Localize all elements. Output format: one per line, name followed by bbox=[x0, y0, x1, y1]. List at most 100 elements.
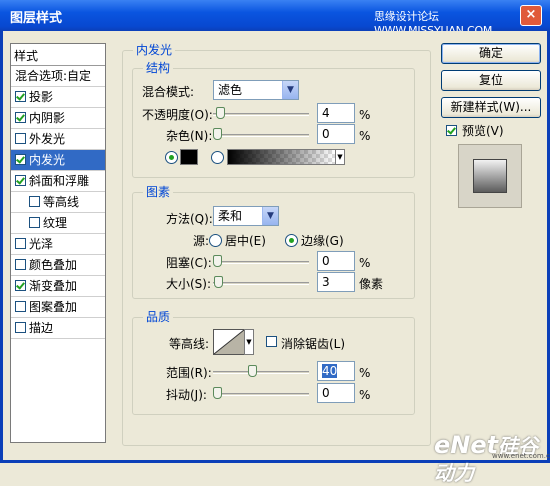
noise-slider-track bbox=[213, 134, 309, 137]
styles-list-header[interactable]: 样式 bbox=[11, 44, 105, 66]
style-item-checkbox[interactable] bbox=[15, 154, 26, 165]
range-slider[interactable] bbox=[213, 365, 309, 378]
ok-button[interactable]: 确定 bbox=[441, 43, 541, 64]
contour-picker[interactable] bbox=[213, 329, 245, 355]
range-input[interactable]: 40 bbox=[317, 361, 355, 381]
style-item-checkbox[interactable] bbox=[15, 238, 26, 249]
style-item-checkbox[interactable] bbox=[15, 259, 26, 270]
noise-slider[interactable] bbox=[213, 128, 309, 141]
style-item-checkbox[interactable] bbox=[15, 91, 26, 102]
choke-label: 阻塞(C): bbox=[166, 256, 212, 270]
size-slider[interactable] bbox=[213, 276, 309, 289]
style-item-label: 内阴影 bbox=[29, 111, 66, 125]
new-style-button[interactable]: 新建样式(W)... bbox=[441, 97, 541, 118]
contour-dropdown-icon[interactable]: ▼ bbox=[244, 329, 254, 355]
technique-select[interactable]: 柔和 ▼ bbox=[213, 206, 279, 226]
style-item-label: 投影 bbox=[29, 90, 54, 104]
style-item[interactable]: 内发光 bbox=[11, 150, 105, 171]
style-item[interactable]: 投影 bbox=[11, 87, 105, 108]
source-center-label[interactable]: 居中(E) bbox=[225, 234, 266, 248]
style-item[interactable]: 纹理 bbox=[11, 213, 105, 234]
style-item-label: 光泽 bbox=[29, 237, 54, 251]
opacity-slider-thumb[interactable] bbox=[216, 107, 225, 119]
anti-alias-label[interactable]: 消除锯齿(L) bbox=[281, 337, 345, 351]
chevron-down-icon: ▼ bbox=[262, 207, 278, 225]
style-item[interactable]: 斜面和浮雕 bbox=[11, 171, 105, 192]
gradient-swatch[interactable] bbox=[227, 149, 336, 165]
source-edge-radio[interactable] bbox=[285, 234, 298, 247]
technique-value: 柔和 bbox=[218, 209, 243, 223]
opacity-input[interactable]: 4 bbox=[317, 103, 355, 123]
solid-color-radio[interactable] bbox=[165, 151, 178, 164]
style-item-label: 混合选项:自定 bbox=[15, 69, 92, 83]
jitter-input[interactable]: 0 bbox=[317, 383, 355, 403]
window-title: 图层样式 bbox=[10, 11, 63, 26]
jitter-slider[interactable] bbox=[213, 387, 309, 400]
choke-slider-thumb[interactable] bbox=[213, 255, 222, 267]
style-item[interactable]: 颜色叠加 bbox=[11, 255, 105, 276]
jitter-slider-thumb[interactable] bbox=[213, 387, 222, 399]
choke-input[interactable]: 0 bbox=[317, 251, 355, 271]
chevron-down-icon: ▼ bbox=[282, 81, 298, 99]
preview-label[interactable]: 预览(V) bbox=[462, 124, 504, 138]
style-item-label: 内发光 bbox=[29, 153, 66, 167]
anti-alias-checkbox[interactable] bbox=[266, 336, 277, 347]
style-item-checkbox[interactable] bbox=[15, 112, 26, 123]
source-edge-label[interactable]: 边缘(G) bbox=[301, 234, 344, 248]
title-bar: 图层样式 思缘设计论坛 WWW.MISSYUAN.COM × bbox=[0, 0, 550, 37]
style-item-checkbox[interactable] bbox=[15, 280, 26, 291]
preview-swatch bbox=[473, 159, 507, 193]
size-slider-track bbox=[213, 282, 309, 285]
style-item-label: 渐变叠加 bbox=[29, 279, 78, 293]
noise-input[interactable]: 0 bbox=[317, 124, 355, 144]
style-item-label: 描边 bbox=[29, 321, 54, 335]
style-item-checkbox[interactable] bbox=[29, 217, 40, 228]
jitter-label: 抖动(J): bbox=[166, 388, 207, 402]
blend-mode-label: 混合模式: bbox=[142, 85, 195, 99]
structure-title: 结构 bbox=[143, 61, 174, 75]
range-slider-thumb[interactable] bbox=[248, 365, 257, 377]
blend-mode-select[interactable]: 滤色 ▼ bbox=[213, 80, 299, 100]
style-item-checkbox[interactable] bbox=[15, 133, 26, 144]
reset-button[interactable]: 复位 bbox=[441, 70, 541, 91]
style-item[interactable]: 外发光 bbox=[11, 129, 105, 150]
jitter-slider-track bbox=[213, 393, 309, 396]
style-item[interactable]: 等高线 bbox=[11, 192, 105, 213]
style-item[interactable]: 渐变叠加 bbox=[11, 276, 105, 297]
gradient-radio[interactable] bbox=[211, 151, 224, 164]
range-value: 40 bbox=[322, 364, 338, 378]
style-item-checkbox[interactable] bbox=[29, 196, 40, 207]
noise-slider-thumb[interactable] bbox=[213, 128, 222, 140]
size-input[interactable]: 3 bbox=[317, 272, 355, 292]
style-item-label: 斜面和浮雕 bbox=[29, 174, 90, 188]
style-item-checkbox[interactable] bbox=[15, 301, 26, 312]
preview-checkbox[interactable] bbox=[446, 125, 457, 136]
range-slider-track bbox=[213, 371, 309, 374]
source-center-radio[interactable] bbox=[209, 234, 222, 247]
style-item-checkbox[interactable] bbox=[15, 175, 26, 186]
style-item[interactable]: 内阴影 bbox=[11, 108, 105, 129]
style-item[interactable]: 图案叠加 bbox=[11, 297, 105, 318]
noise-label: 杂色(N): bbox=[166, 129, 213, 143]
style-item[interactable]: 描边 bbox=[11, 318, 105, 339]
choke-slider[interactable] bbox=[213, 255, 309, 268]
gradient-dropdown-icon[interactable]: ▼ bbox=[335, 149, 345, 165]
styles-list: 样式 混合选项:自定投影内阴影外发光内发光斜面和浮雕等高线纹理光泽颜色叠加渐变叠… bbox=[10, 43, 106, 443]
size-label: 大小(S): bbox=[166, 277, 212, 291]
style-item-label: 颜色叠加 bbox=[29, 258, 78, 272]
glow-color-swatch[interactable] bbox=[180, 149, 198, 165]
style-item-label: 等高线 bbox=[43, 195, 80, 209]
blend-mode-value: 滤色 bbox=[218, 83, 243, 97]
opacity-slider-track bbox=[213, 113, 309, 116]
range-unit: % bbox=[359, 366, 371, 380]
opacity-unit: % bbox=[359, 108, 371, 122]
style-item-checkbox[interactable] bbox=[15, 322, 26, 333]
contour-curve-icon bbox=[214, 330, 244, 354]
style-item[interactable]: 混合选项:自定 bbox=[11, 66, 105, 87]
inner-glow-title: 内发光 bbox=[133, 43, 176, 57]
close-button[interactable]: × bbox=[520, 5, 542, 26]
style-item[interactable]: 光泽 bbox=[11, 234, 105, 255]
size-slider-thumb[interactable] bbox=[214, 276, 223, 288]
opacity-slider[interactable] bbox=[213, 107, 309, 120]
logo-text: eNet bbox=[434, 431, 499, 459]
